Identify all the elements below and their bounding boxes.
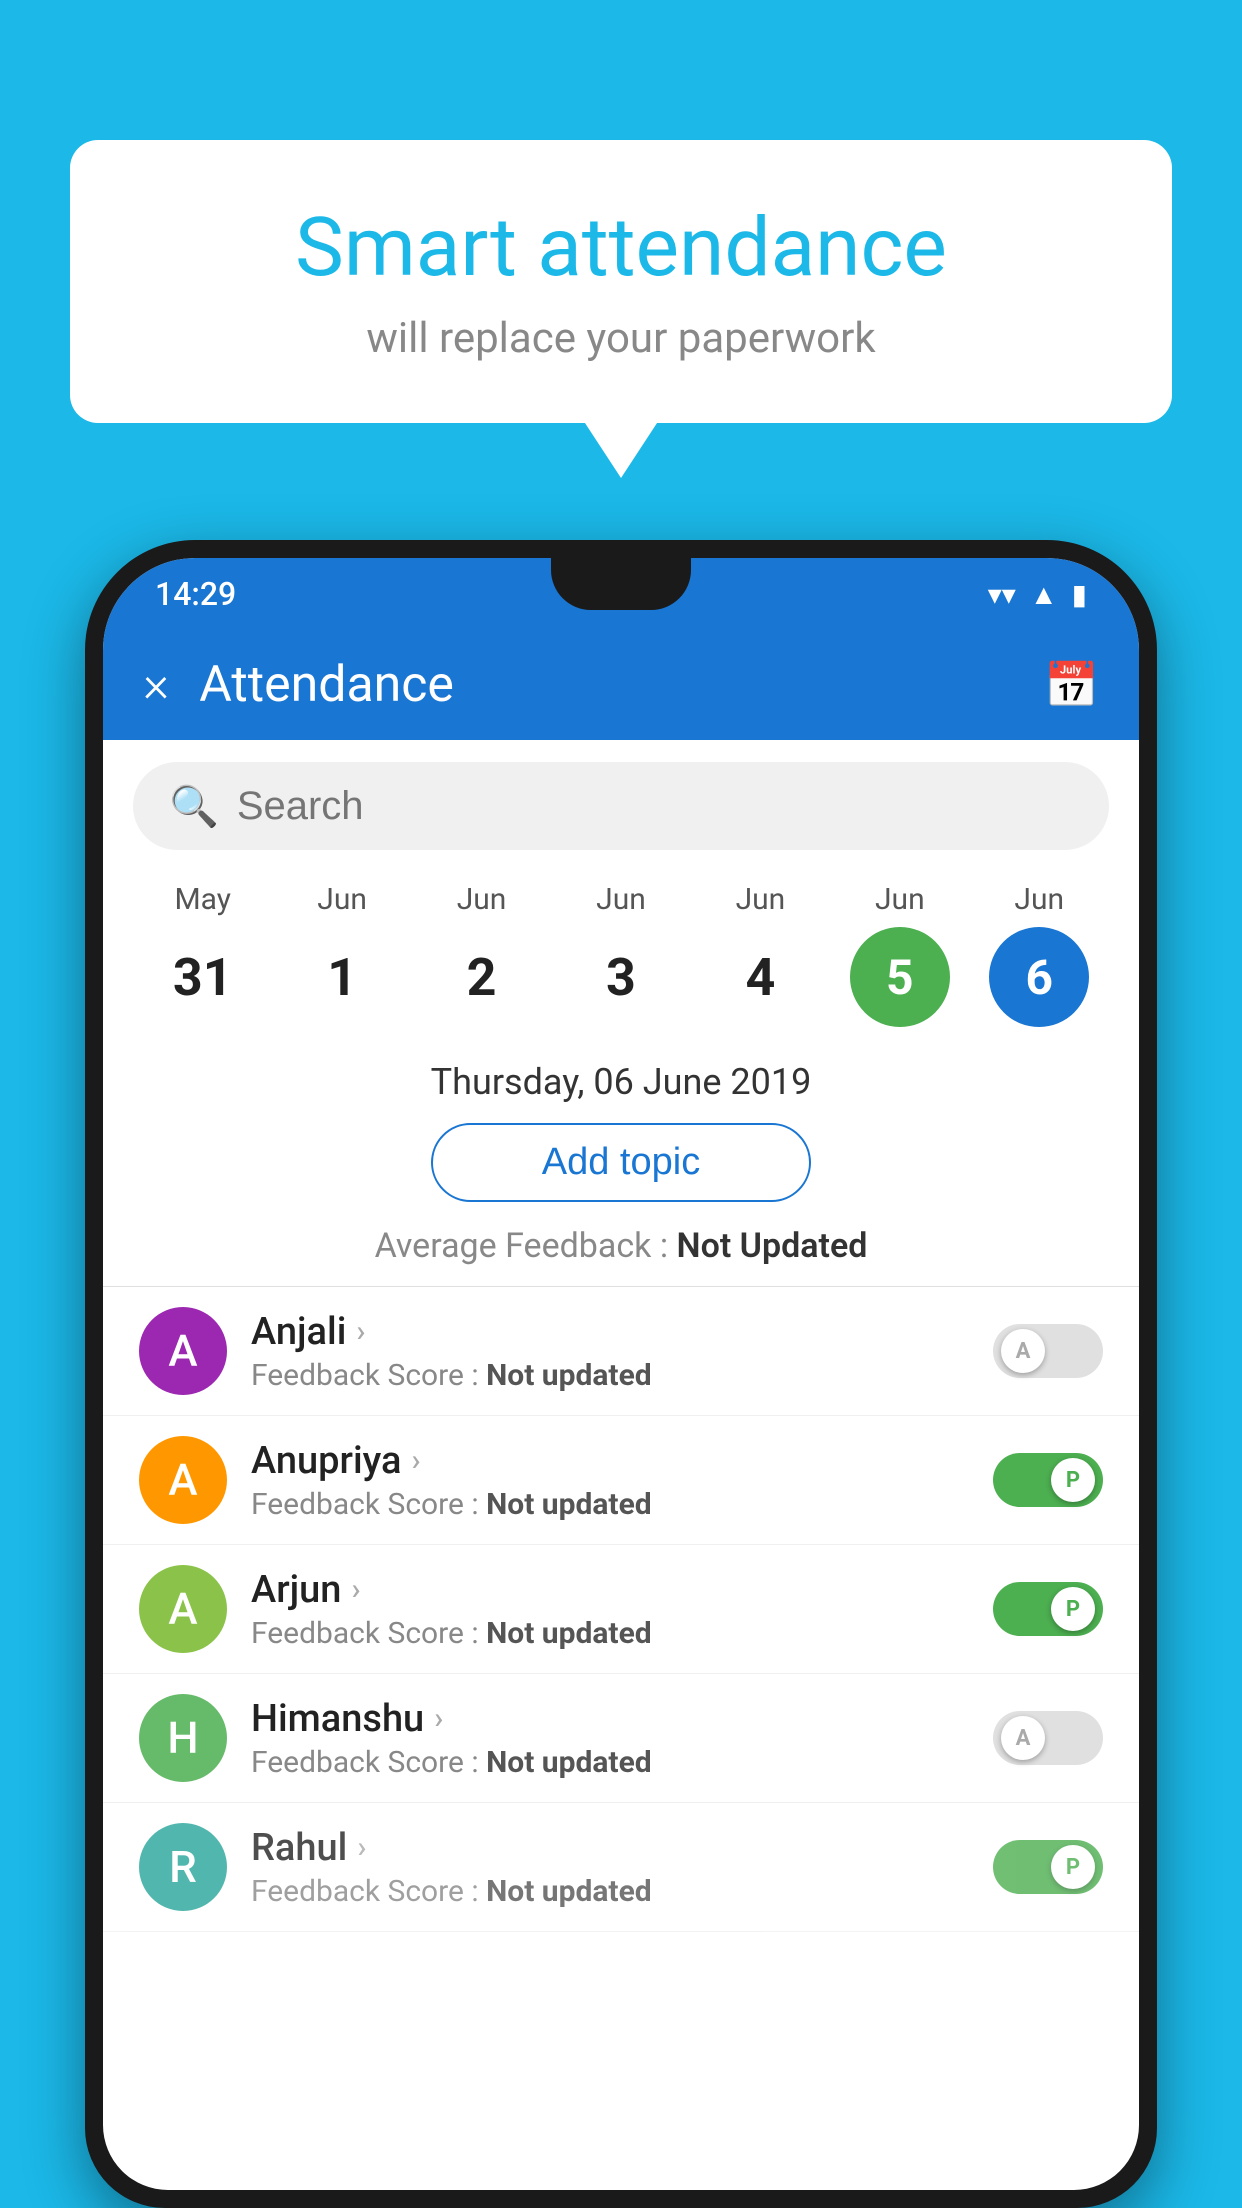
cal-day-num[interactable]: 3	[571, 927, 671, 1027]
cal-month-label: Jun	[596, 882, 646, 917]
student-feedback: Feedback Score : Not updated	[251, 1874, 969, 1909]
calendar-day[interactable]: Jun 2	[412, 882, 551, 1027]
add-topic-button[interactable]: Add topic	[431, 1123, 811, 1202]
toggle-knob: A	[1001, 1329, 1045, 1373]
cal-day-num[interactable]: 5	[850, 927, 950, 1027]
speech-bubble: Smart attendance will replace your paper…	[70, 140, 1172, 423]
avatar: A	[139, 1436, 227, 1524]
cal-month-label: Jun	[317, 882, 367, 917]
student-item[interactable]: R Rahul › Feedback Score : Not updated P	[103, 1803, 1139, 1932]
calendar-icon[interactable]: 📅	[1044, 659, 1099, 711]
student-name[interactable]: Anupriya ›	[251, 1439, 969, 1483]
signal-icon: ▲	[1030, 578, 1058, 611]
calendar-day[interactable]: Jun 6	[970, 882, 1109, 1027]
feedback-value: Not Updated	[677, 1226, 868, 1266]
cal-month-label: Jun	[736, 882, 786, 917]
toggle-knob: P	[1051, 1845, 1095, 1889]
wifi-icon: ▾▾	[988, 578, 1016, 611]
student-info: Anjali › Feedback Score : Not updated	[251, 1310, 969, 1393]
search-icon: 🔍	[169, 783, 219, 830]
cal-month-label: Jun	[457, 882, 507, 917]
status-time: 14:29	[155, 575, 236, 613]
student-item[interactable]: A Anjali › Feedback Score : Not updated A	[103, 1287, 1139, 1416]
student-info: Rahul › Feedback Score : Not updated	[251, 1826, 969, 1909]
chevron-icon: ›	[411, 1443, 420, 1478]
battery-icon: ▮	[1072, 578, 1087, 611]
avatar: A	[139, 1565, 227, 1653]
chevron-icon: ›	[357, 1830, 366, 1865]
student-feedback: Feedback Score : Not updated	[251, 1487, 969, 1522]
student-feedback: Feedback Score : Not updated	[251, 1358, 969, 1393]
feedback-prefix: Average Feedback :	[375, 1226, 677, 1266]
app-bar: × Attendance 📅	[103, 630, 1139, 740]
student-item[interactable]: A Anupriya › Feedback Score : Not updated P	[103, 1416, 1139, 1545]
bubble-subtitle: will replace your paperwork	[130, 314, 1112, 363]
attendance-toggle[interactable]: P	[993, 1453, 1103, 1507]
search-input[interactable]	[237, 784, 1073, 829]
cal-day-num[interactable]: 31	[153, 927, 253, 1027]
avatar: H	[139, 1694, 227, 1782]
app-title: Attendance	[199, 656, 1014, 714]
cal-day-num[interactable]: 6	[989, 927, 1089, 1027]
attendance-toggle[interactable]: A	[993, 1324, 1103, 1378]
student-info: Arjun › Feedback Score : Not updated	[251, 1568, 969, 1651]
calendar-day[interactable]: Jun 3	[551, 882, 690, 1027]
avatar: R	[139, 1823, 227, 1911]
attendance-toggle[interactable]: P	[993, 1582, 1103, 1636]
avatar: A	[139, 1307, 227, 1395]
cal-day-num[interactable]: 1	[292, 927, 392, 1027]
calendar-strip: May 31 Jun 1 Jun 2 Jun 3 Jun 4 Jun 5 Jun 6	[103, 872, 1139, 1047]
student-item[interactable]: A Arjun › Feedback Score : Not updated P	[103, 1545, 1139, 1674]
student-feedback: Feedback Score : Not updated	[251, 1745, 969, 1780]
calendar-day[interactable]: Jun 5	[830, 882, 969, 1027]
toggle-knob: P	[1051, 1587, 1095, 1631]
student-name[interactable]: Himanshu ›	[251, 1697, 969, 1741]
student-info: Himanshu › Feedback Score : Not updated	[251, 1697, 969, 1780]
cal-month-label: May	[174, 882, 230, 917]
student-item[interactable]: H Himanshu › Feedback Score : Not updated A	[103, 1674, 1139, 1803]
cal-day-num[interactable]: 2	[432, 927, 532, 1027]
close-button[interactable]: ×	[143, 660, 169, 710]
attendance-toggle[interactable]: P	[993, 1840, 1103, 1894]
calendar-day[interactable]: Jun 1	[272, 882, 411, 1027]
toggle-knob: P	[1051, 1458, 1095, 1502]
cal-day-num[interactable]: 4	[710, 927, 810, 1027]
student-list: AAnjali ›Feedback Score : Not updatedAAA…	[103, 1287, 1139, 1932]
calendar-day[interactable]: Jun 4	[691, 882, 830, 1027]
average-feedback: Average Feedback : Not Updated	[103, 1226, 1139, 1266]
bubble-title: Smart attendance	[130, 200, 1112, 296]
student-name[interactable]: Rahul ›	[251, 1826, 969, 1870]
cal-month-label: Jun	[1014, 882, 1064, 917]
attendance-toggle[interactable]: A	[993, 1711, 1103, 1765]
calendar-day[interactable]: May 31	[133, 882, 272, 1027]
chevron-icon: ›	[356, 1314, 365, 1349]
phone-notch	[551, 558, 691, 610]
selected-date: Thursday, 06 June 2019	[103, 1061, 1139, 1103]
student-feedback: Feedback Score : Not updated	[251, 1616, 969, 1651]
toggle-knob: A	[1001, 1716, 1045, 1760]
status-icons: ▾▾ ▲ ▮	[988, 578, 1087, 611]
cal-month-label: Jun	[875, 882, 925, 917]
student-name[interactable]: Arjun ›	[251, 1568, 969, 1612]
student-info: Anupriya › Feedback Score : Not updated	[251, 1439, 969, 1522]
chevron-icon: ›	[351, 1572, 360, 1607]
student-name[interactable]: Anjali ›	[251, 1310, 969, 1354]
phone-frame: 14:29 ▾▾ ▲ ▮ × Attendance 📅 🔍 May31Jun1J…	[85, 540, 1157, 2208]
chevron-icon: ›	[434, 1701, 443, 1736]
search-bar[interactable]: 🔍	[133, 762, 1109, 850]
